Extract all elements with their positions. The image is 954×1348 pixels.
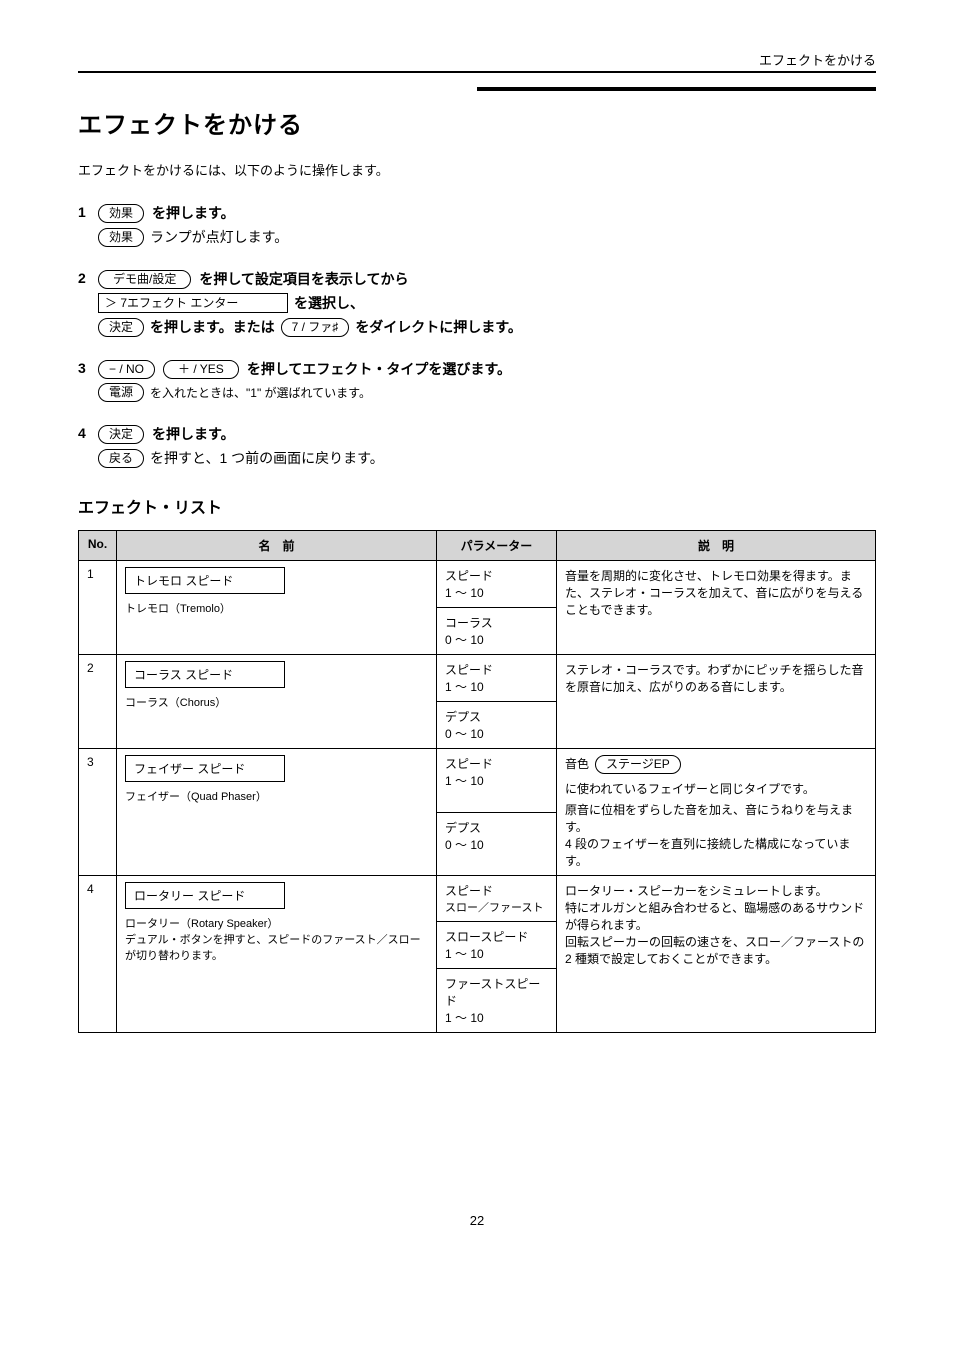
step-3-text: を押してエフェクト・タイプを選びます。: [247, 359, 511, 379]
section-title: エフェクトをかける: [78, 105, 876, 140]
key-minus-no: − / NO: [98, 360, 155, 379]
step-4: 4 決定 を押します。 戻る を押すと、1 つ前の画面に戻ります。: [78, 424, 876, 468]
cell-param-2b: デプス 0 〜 10: [437, 702, 557, 749]
key-plus-yes: ＋ / YES: [163, 360, 239, 379]
step-3-note: を入れたときは、"1" が選ばれています。: [150, 384, 371, 401]
step-1-text-2: ランプが点灯します。: [150, 227, 288, 247]
cell-name-3: フェイザー スピード フェイザー（Quad Phaser）: [117, 749, 437, 876]
cell-no-1: 1: [79, 561, 117, 655]
step-1-num: 1: [78, 204, 98, 220]
step-2-text-1: を押して設定項目を表示してから: [199, 269, 408, 289]
th-name: 名 前: [117, 531, 437, 561]
lcd-tremolo: トレモロ スピード: [125, 567, 285, 594]
cell-param-1a: スピード 1 〜 10: [437, 561, 557, 608]
cell-name-4: ロータリー スピード ロータリー（Rotary Speaker） デュアル・ボタ…: [117, 876, 437, 1033]
page-number: 22: [78, 1213, 876, 1228]
key-back: 戻る: [98, 449, 144, 468]
cell-param-1b: コーラス 0 〜 10: [437, 608, 557, 655]
cell-desc-2: ステレオ・コーラスです。わずかにピッチを揺らした音を原音に加え、広がりのある音に…: [557, 655, 876, 749]
th-no: No.: [79, 531, 117, 561]
cell-name-2: コーラス スピード コーラス（Chorus）: [117, 655, 437, 749]
step-2-text-3: を押します。または: [150, 317, 275, 337]
table-row: 3 フェイザー スピード フェイザー（Quad Phaser） スピード 1 〜…: [79, 749, 876, 813]
key-enter-2: 決定: [98, 425, 144, 444]
step-4-text-2: を押すと、1 つ前の画面に戻ります。: [150, 448, 384, 468]
key-effect-lamp: 効果: [98, 228, 144, 247]
step-2-text-4: をダイレクトに押します。: [355, 317, 522, 337]
key-stage-ep: ステージEP: [595, 755, 681, 774]
cell-no-4: 4: [79, 876, 117, 1033]
lcd-chorus: コーラス スピード: [125, 661, 285, 688]
lcd-phaser: フェイザー スピード: [125, 755, 285, 782]
step-4-num: 4: [78, 425, 98, 441]
step-4-text-1: を押します。: [152, 424, 235, 444]
key-power: 電源: [98, 383, 144, 402]
table-row: 4 ロータリー スピード ロータリー（Rotary Speaker） デュアル・…: [79, 876, 876, 922]
header-divider: [78, 71, 876, 73]
cell-param-3b: デプス 0 〜 10: [437, 812, 557, 876]
step-2-text-2: を選択し、: [294, 293, 364, 313]
cell-desc-4: ロータリー・スピーカーをシミュレートします。 特にオルガンと組み合わせると、臨場…: [557, 876, 876, 1033]
cell-desc-3: 音色 ステージEP に使われているフェイザーと同じタイプです。 原音に位相をずら…: [557, 749, 876, 876]
header-right-label: エフェクトをかける: [759, 50, 876, 69]
cell-param-4b: スロースピード 1 〜 10: [437, 922, 557, 969]
cell-param-4c: ファーストスピード 1 〜 10: [437, 969, 557, 1033]
name-sub-1: トレモロ（Tremolo）: [125, 600, 428, 616]
name-sub-4: ロータリー（Rotary Speaker） デュアル・ボタンを押すと、スピードの…: [125, 915, 428, 963]
step-2: 2 デモ曲/設定 を押して設定項目を表示してから ＞ 7エフェクト エンター を…: [78, 269, 876, 337]
effect-list-title: エフェクト・リスト: [78, 494, 876, 518]
key-demo-setting: デモ曲/設定: [98, 270, 191, 289]
cell-param-4a: スピード スロー／ファースト: [437, 876, 557, 922]
cell-no-3: 3: [79, 749, 117, 876]
table-row: 2 コーラス スピード コーラス（Chorus） スピード 1 〜 10 ステレ…: [79, 655, 876, 702]
key-enter: 決定: [98, 318, 144, 337]
lcd-rotary: ロータリー スピード: [125, 882, 285, 909]
step-1-text-1: を押します。: [152, 203, 235, 223]
cell-desc-1: 音量を周期的に変化させ、トレモロ効果を得ます。また、ステレオ・コーラスを加えて、…: [557, 561, 876, 655]
step-3-num: 3: [78, 360, 98, 376]
th-desc: 説 明: [557, 531, 876, 561]
effect-table: No. 名 前 パラメーター 説 明 1 トレモロ スピード トレモロ（Trem…: [78, 530, 876, 1033]
name-sub-3: フェイザー（Quad Phaser）: [125, 788, 428, 804]
section-subtitle: エフェクトをかけるには、以下のように操作します。: [78, 160, 876, 179]
step-1: 1 効果 を押します。 効果 ランプが点灯します。: [78, 203, 876, 247]
table-row: 1 トレモロ スピード トレモロ（Tremolo） スピード 1 〜 10 音量…: [79, 561, 876, 608]
key-7-fsharp: 7 / ファ♯: [281, 318, 350, 337]
cell-no-2: 2: [79, 655, 117, 749]
step-3: 3 − / NO ＋ / YES を押してエフェクト・タイプを選びます。 電源 …: [78, 359, 876, 402]
cell-name-1: トレモロ スピード トレモロ（Tremolo）: [117, 561, 437, 655]
step-2-num: 2: [78, 270, 98, 286]
cell-param-3a: スピード 1 〜 10: [437, 749, 557, 813]
th-param: パラメーター: [437, 531, 557, 561]
key-effect: 効果: [98, 204, 144, 223]
lcd-effect-enter: ＞ 7エフェクト エンター: [98, 293, 288, 313]
name-sub-2: コーラス（Chorus）: [125, 694, 428, 710]
header-sub-divider: [477, 87, 876, 91]
cell-param-2a: スピード 1 〜 10: [437, 655, 557, 702]
